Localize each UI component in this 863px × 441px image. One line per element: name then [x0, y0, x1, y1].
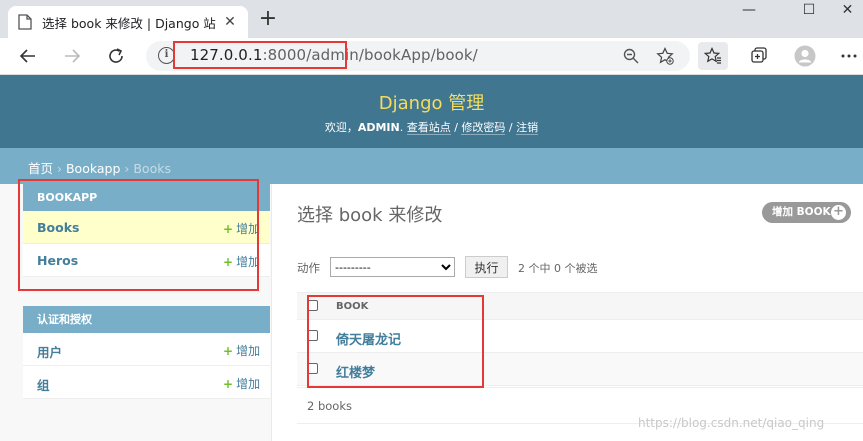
tab-title: 选择 book 来修改 | Django 站点管: [42, 15, 216, 31]
sidebar-item-label[interactable]: 用户: [37, 342, 62, 361]
action-counter: 2 个中 0 个被选: [518, 262, 598, 275]
plus-icon: +: [223, 377, 234, 391]
breadcrumb-app[interactable]: Bookapp: [66, 161, 120, 176]
action-label: 动作: [297, 261, 320, 275]
page-favicon-icon: [18, 14, 32, 30]
add-book-button[interactable]: 增加 BOOK +: [762, 202, 851, 223]
url-highlight-annotation: [173, 41, 347, 69]
sidebar-item-label[interactable]: 组: [37, 375, 50, 394]
plus-circle-icon: +: [831, 205, 846, 220]
breadcrumb-separator: ›: [120, 161, 134, 176]
back-icon[interactable]: [14, 42, 42, 70]
favorites-icon[interactable]: [698, 42, 728, 70]
sidebar-item-users: 用户 + 增加: [23, 333, 270, 366]
reload-icon[interactable]: [102, 42, 130, 70]
close-window-icon[interactable]: ✕: [832, 0, 863, 22]
add-groups-link[interactable]: + 增加: [223, 375, 260, 392]
add-favorite-icon[interactable]: [654, 45, 676, 67]
add-users-link[interactable]: + 增加: [223, 342, 260, 359]
add-label: 增加: [236, 377, 261, 391]
maximize-icon[interactable]: ☐: [786, 0, 832, 22]
paginator: 2 books: [307, 399, 352, 413]
breadcrumb-current: Books: [133, 161, 171, 176]
logout-link[interactable]: 注销: [516, 121, 539, 135]
user-tools-separator: /: [450, 121, 462, 134]
plus-icon: +: [223, 344, 234, 358]
new-tab-icon[interactable]: +: [256, 8, 280, 32]
add-book-label: 增加 BOOK: [772, 206, 831, 218]
module-auth: 认证和授权 用户 + 增加 组 + 增加: [23, 306, 270, 399]
browser-tab[interactable]: 选择 book 来修改 | Django 站点管 ✕: [8, 6, 248, 38]
zoom-icon[interactable]: [620, 45, 642, 67]
go-button[interactable]: 执行: [465, 256, 508, 278]
rows-highlight-annotation: [307, 295, 484, 388]
user-tools: 欢迎，ADMIN. 查看站点 / 修改密码 / 注销: [0, 119, 863, 135]
more-options-icon[interactable]: [834, 42, 863, 70]
change-password-link[interactable]: 修改密码: [461, 121, 506, 135]
module-caption[interactable]: 认证和授权: [23, 306, 270, 333]
page-title: 选择 book 来修改: [297, 205, 443, 226]
action-select[interactable]: ---------: [330, 257, 455, 277]
username: ADMIN: [357, 121, 400, 134]
tab-close-icon[interactable]: ✕: [222, 14, 238, 30]
sidebar-item-groups: 组 + 增加: [23, 366, 270, 399]
view-site-link[interactable]: 查看站点: [406, 121, 451, 135]
admin-header: Django 管理 欢迎，ADMIN. 查看站点 / 修改密码 / 注销: [0, 75, 863, 148]
browser-tab-strip: 选择 book 来修改 | Django 站点管 ✕ + — ☐ ✕: [0, 0, 863, 38]
watermark: https://blog.csdn.net/qiao_qing: [638, 416, 825, 430]
user-tools-dot: .: [399, 121, 407, 134]
user-tools-separator: /: [505, 121, 517, 134]
welcome-text: 欢迎，: [324, 121, 358, 134]
site-branding[interactable]: Django 管理: [0, 89, 863, 115]
breadcrumb-home[interactable]: 首页: [28, 161, 53, 176]
minimize-icon[interactable]: —: [726, 0, 772, 22]
collections-icon[interactable]: [744, 42, 774, 70]
breadcrumb-separator: ›: [53, 161, 66, 176]
browser-toolbar: i 127.0.0.1:8000/admin/bookApp/book/: [0, 38, 863, 75]
profile-avatar-icon[interactable]: [790, 42, 820, 70]
sidebar-highlight-annotation: [18, 179, 259, 291]
add-label: 增加: [236, 344, 261, 358]
forward-icon[interactable]: [58, 42, 86, 70]
